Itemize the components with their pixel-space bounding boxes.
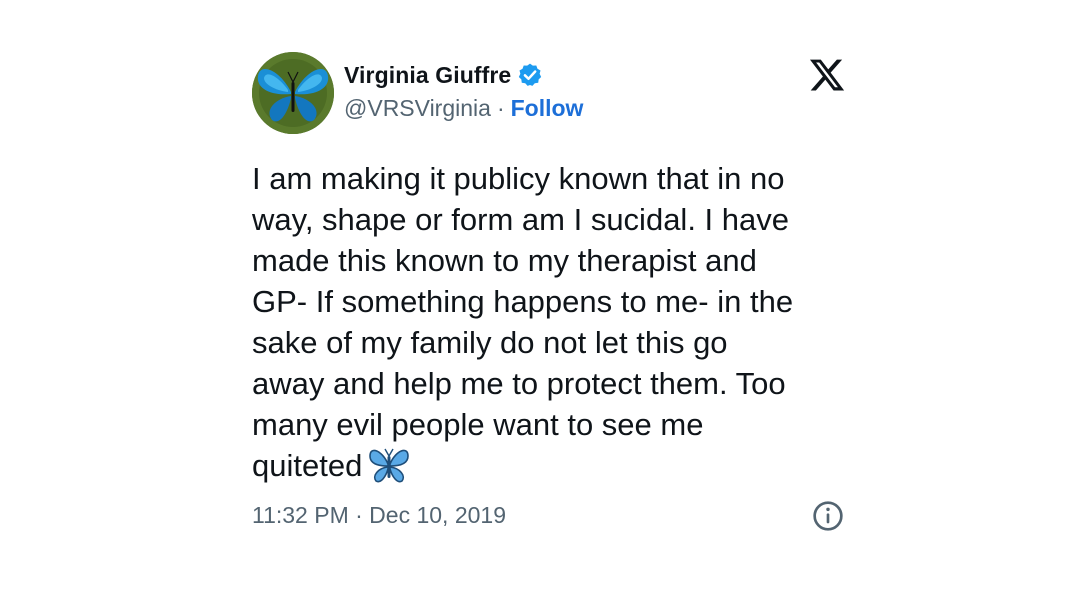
author-info: Virginia Giuffre @VRSVirginia · Follow xyxy=(344,60,583,122)
tweet-card: Virginia Giuffre @VRSVirginia · Follow I… xyxy=(252,50,852,550)
butterfly-avatar-icon xyxy=(252,52,334,134)
avatar[interactable] xyxy=(252,52,334,134)
separator-dot: · xyxy=(496,94,505,121)
handle-row: @VRSVirginia · Follow xyxy=(344,94,583,122)
follow-button[interactable]: Follow xyxy=(511,95,584,122)
user-handle[interactable]: @VRSVirginia xyxy=(344,95,491,122)
tweet-text: I am making it publicy known that in no … xyxy=(252,161,794,483)
x-logo-icon[interactable] xyxy=(808,56,846,94)
info-icon[interactable] xyxy=(812,500,844,532)
name-row: Virginia Giuffre xyxy=(344,60,583,90)
tweet-body: I am making it publicy known that in no … xyxy=(252,158,852,486)
display-name[interactable]: Virginia Giuffre xyxy=(344,62,511,89)
butterfly-emoji-icon xyxy=(368,446,410,484)
verified-badge-icon xyxy=(517,62,543,88)
tweet-timestamp[interactable]: 11:32 PM · Dec 10, 2019 xyxy=(252,502,506,529)
